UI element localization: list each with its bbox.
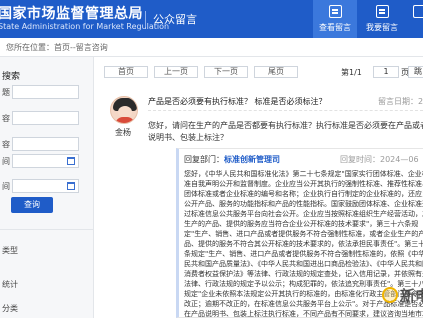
tab-view-messages[interactable]: 查看留言 [313,0,357,38]
watermark-icon [382,287,398,303]
site-subtitle: State Administration for Market Regulati… [0,22,170,31]
sidebar-divider [0,229,94,230]
sidebar-item-type[interactable]: 类型 [2,245,18,256]
reply-content-input[interactable] [12,137,79,151]
content-input[interactable] [12,111,79,125]
reply-date: 回复时间：2024—06 [340,155,419,164]
section-title: 公众留言 [153,13,197,26]
search-sidebar: 搜索 题 容 容 间 间 查询 类型 统计 分类 [0,57,94,318]
calendar-icon[interactable] [67,182,75,190]
watermark-text: 新电 [400,287,423,305]
field-label-content: 容 [2,114,10,123]
page-number-input[interactable]: 1 [373,66,399,78]
prev-page-button[interactable]: 上一页 [154,66,198,78]
message-title: 产品是否必须要有执行标准？ 标准是否必须标注？ [148,97,327,106]
document-icon [413,5,423,18]
first-page-button[interactable]: 首页 [104,66,148,78]
sidebar-title: 搜索 [2,72,21,82]
last-page-button[interactable]: 尾页 [254,66,298,78]
start-date-input[interactable] [12,154,79,168]
field-label-title: 题 [2,88,10,97]
field-label-start-date: 间 [2,157,10,166]
message-list-icon [329,5,342,18]
reply-dept-label: 回复部门： [184,155,224,164]
field-label-end-date: 间 [2,182,10,191]
compose-icon [376,5,389,18]
title-input[interactable] [12,85,79,99]
tab-leave-message[interactable]: 我要留言 [360,0,404,38]
avatar [110,96,138,124]
next-page-button[interactable]: 下一页 [204,66,248,78]
reply-header: 回复部门：标准创新管理司 [184,154,280,165]
message-date: 留言日期：2024- [378,97,423,106]
tab-view-messages-label: 查看留言 [319,23,351,32]
tab-leave-message-label: 我要留言 [366,23,398,32]
reply-dept: 标准创新管理司 [224,155,280,164]
page-info: 第1/1 [341,68,362,77]
tab-more[interactable] [407,0,423,38]
username: 金杨 [115,128,131,137]
header-divider [145,11,146,27]
field-label-reply: 容 [2,140,10,149]
search-button[interactable]: 查询 [11,197,53,213]
site-header: 国家市场监督管理总局 State Administration for Mark… [0,0,423,38]
calendar-icon[interactable] [67,157,75,165]
watermark-logo: 新电 [380,283,423,318]
site-title[interactable]: 国家市场监督管理总局 [0,3,143,23]
message-body: 您好，请问在生产的产品是否都要有执行标准？执行标准是否必须要在产品或者说明书、包… [148,121,423,142]
breadcrumb: 您所在位置：首页--留言咨询 [6,43,108,52]
end-date-input[interactable] [12,179,79,193]
message-divider [148,110,423,111]
sidebar-item-stats[interactable]: 统计 [2,279,18,290]
sidebar-item-category[interactable]: 分类 [2,303,18,314]
go-page-button[interactable]: 跳 [408,66,423,78]
